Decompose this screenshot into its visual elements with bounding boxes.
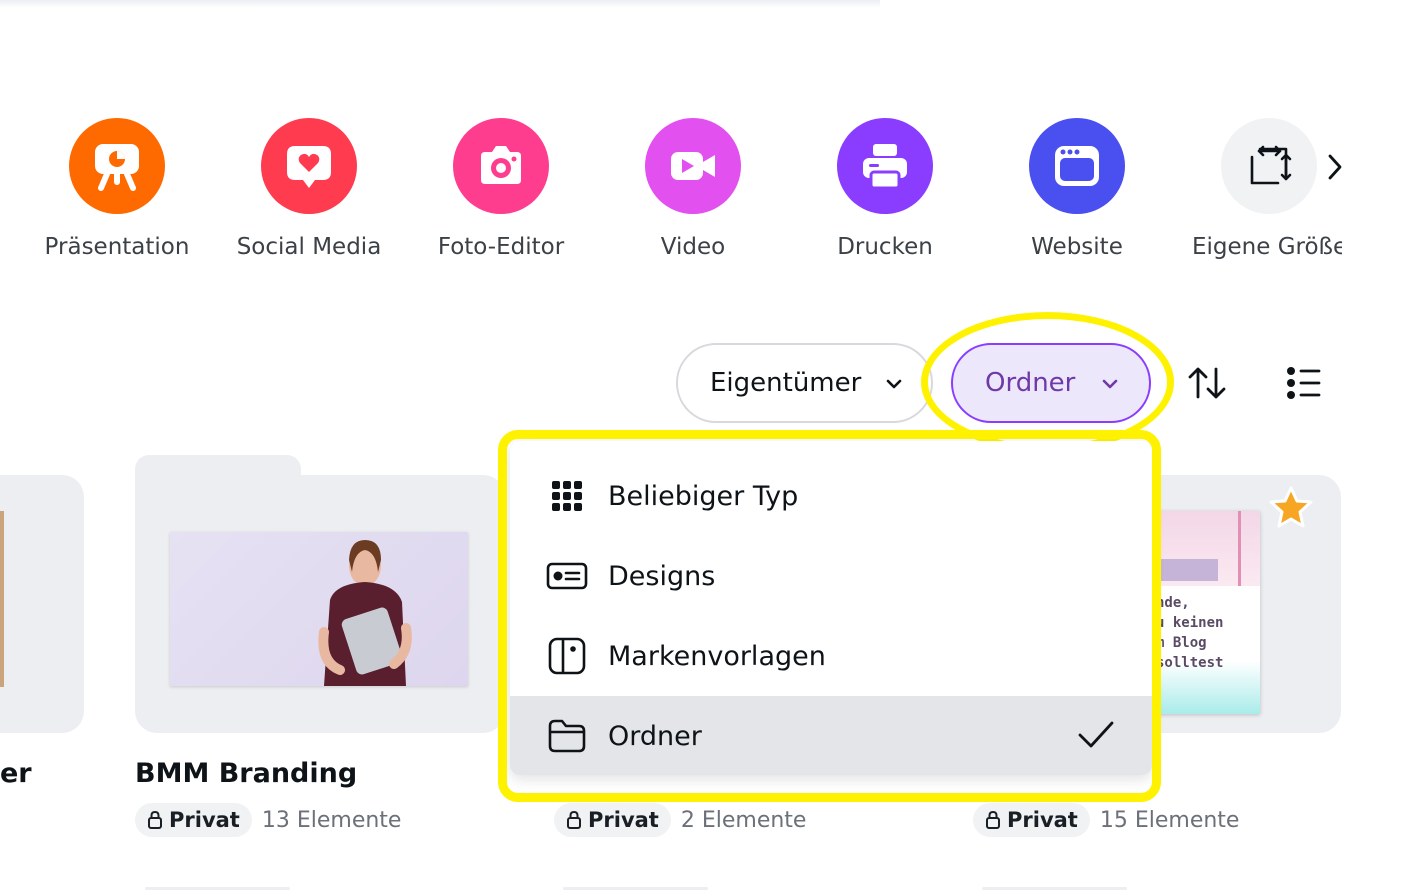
privacy-label: Privat xyxy=(1007,808,1078,832)
lock-icon xyxy=(567,810,581,829)
privacy-badge: Privat xyxy=(973,803,1090,837)
folder-meta: Privat 2 Elemente xyxy=(554,803,806,837)
website-icon xyxy=(1029,118,1125,214)
thumbnail-text: nde, u keinen m Blog solltest xyxy=(1156,595,1224,671)
chevron-right-icon[interactable] xyxy=(1322,150,1348,184)
category-label: Foto-Editor xyxy=(437,234,565,260)
folder-title[interactable]: er xyxy=(0,758,32,789)
category-label: Drucken xyxy=(837,234,933,260)
privacy-label: Privat xyxy=(588,808,659,832)
owner-filter-label: Eigentümer xyxy=(710,368,862,398)
owner-filter-button[interactable]: Eigentümer xyxy=(676,343,933,423)
video-icon xyxy=(645,118,741,214)
folder-title[interactable]: BMM Branding xyxy=(135,758,357,789)
lock-icon xyxy=(148,810,162,829)
list-view-icon[interactable] xyxy=(1286,366,1322,404)
item-count: 2 Elemente xyxy=(680,807,807,833)
item-count: 15 Elemente xyxy=(1099,807,1240,833)
folder-preview-image: nde, u keinen m Blog solltest xyxy=(1150,511,1260,714)
category-social-media[interactable]: Social Media xyxy=(209,118,409,260)
category-label: Website xyxy=(1031,234,1123,260)
category-label: Social Media xyxy=(236,234,382,260)
lock-icon xyxy=(986,810,1000,829)
category-label: Video xyxy=(660,234,726,260)
privacy-label: Privat xyxy=(169,808,240,832)
top-shadow xyxy=(0,0,880,8)
category-presentation[interactable]: Präsentation xyxy=(17,118,217,260)
printer-icon xyxy=(837,118,933,214)
star-icon[interactable] xyxy=(1268,485,1314,533)
folder-meta: Privat 15 Elemente xyxy=(973,803,1239,837)
folder-preview-edge xyxy=(0,511,4,687)
category-custom-size[interactable]: Eigene Größe xyxy=(1180,118,1342,260)
category-label: Eigene Größe xyxy=(1192,234,1342,260)
folder-shape xyxy=(0,475,84,733)
folder-meta: Privat 13 Elemente xyxy=(135,803,401,837)
sort-icon[interactable] xyxy=(1186,365,1230,405)
camera-icon xyxy=(453,118,549,214)
category-website[interactable]: Website xyxy=(977,118,1177,260)
folder-preview-image xyxy=(170,532,468,686)
heart-chat-icon xyxy=(261,118,357,214)
privacy-badge: Privat xyxy=(554,803,671,837)
category-photo-editor[interactable]: Foto-Editor xyxy=(401,118,601,260)
presentation-icon xyxy=(69,118,165,214)
category-video[interactable]: Video xyxy=(593,118,793,260)
chevron-down-icon xyxy=(886,379,902,389)
category-print[interactable]: Drucken xyxy=(785,118,985,260)
privacy-badge: Privat xyxy=(135,803,252,837)
item-count: 13 Elemente xyxy=(261,807,402,833)
resize-icon xyxy=(1221,118,1317,214)
highlight-annotation xyxy=(498,430,1161,802)
category-label: Präsentation xyxy=(44,234,190,260)
